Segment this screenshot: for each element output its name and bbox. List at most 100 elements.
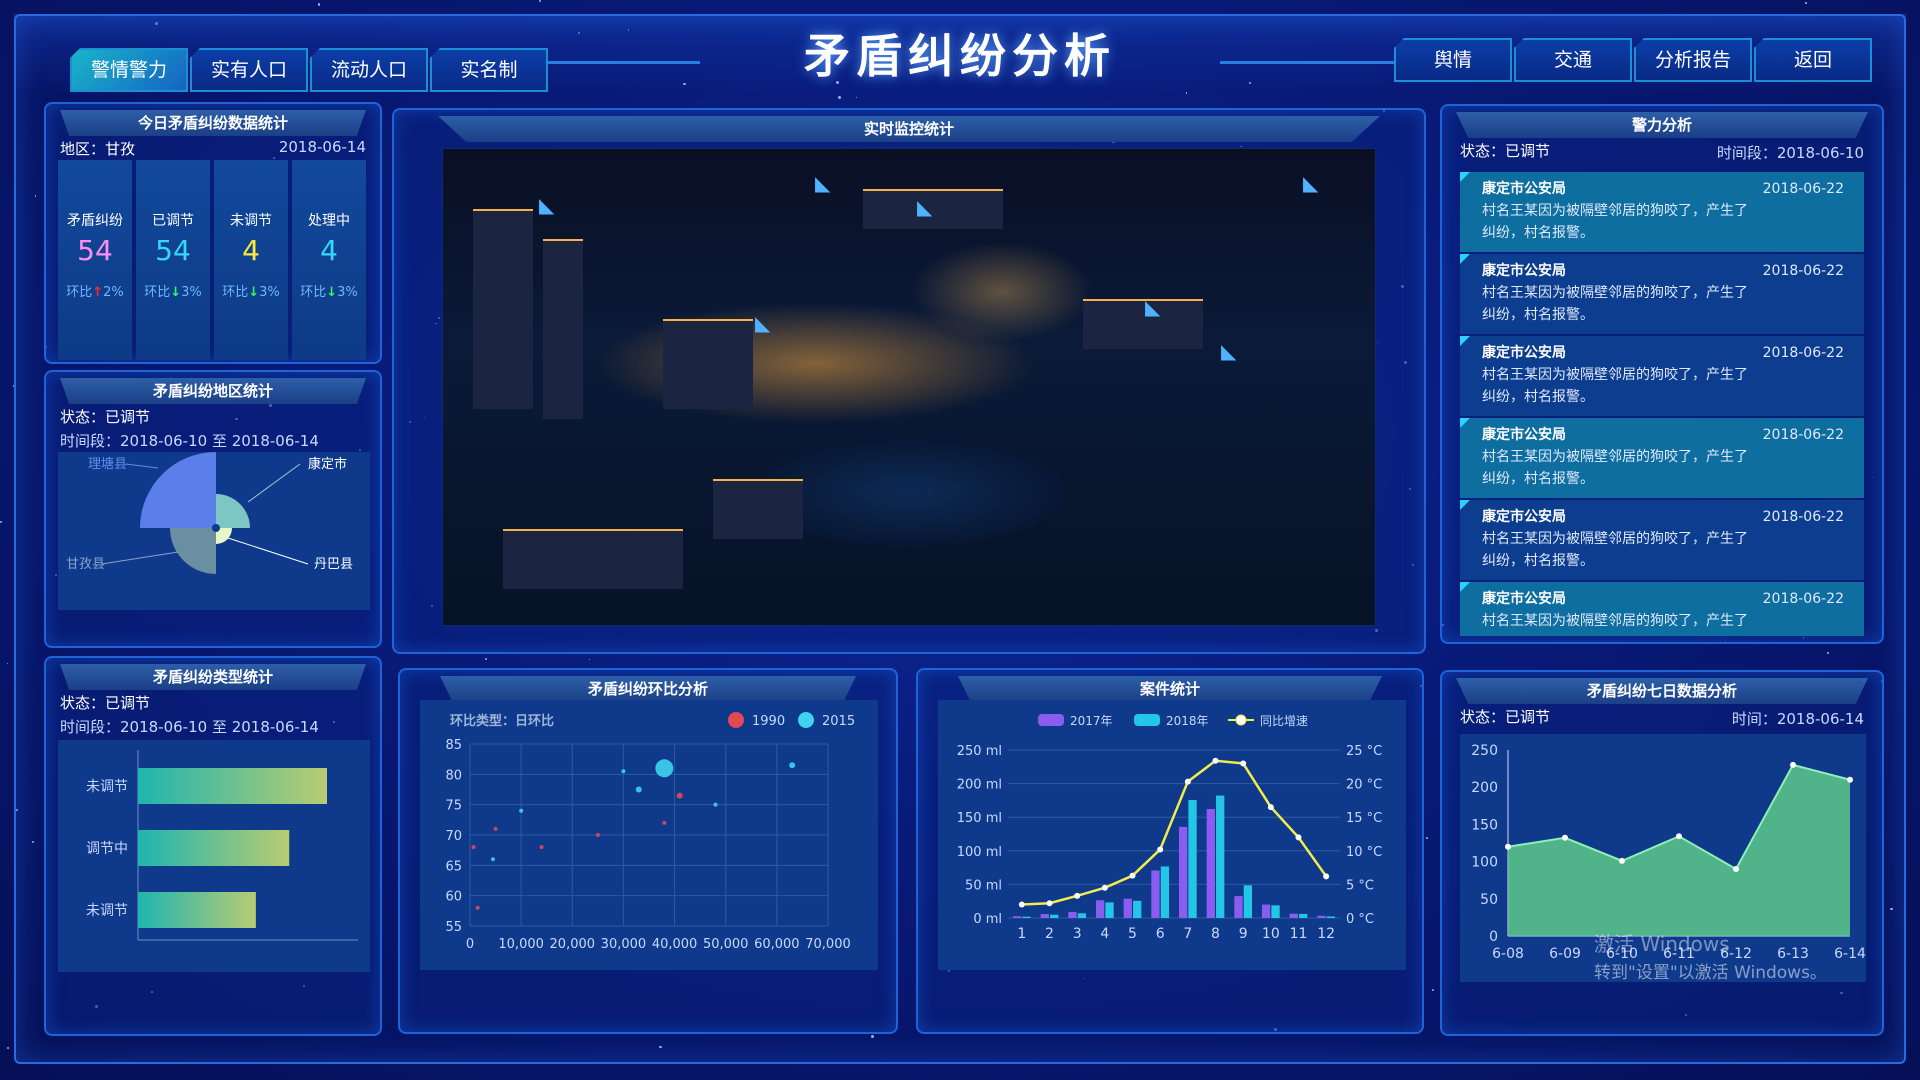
bar-2017: [1234, 896, 1243, 918]
stat-label: 矛盾纠纷: [67, 213, 123, 229]
x-tick-label: 20,000: [550, 937, 596, 952]
panel-title: 矛盾纠纷七日数据分析: [1456, 678, 1868, 704]
camera-icon[interactable]: ◣: [755, 311, 770, 335]
legend-label: 2017年: [1070, 714, 1113, 728]
star: [539, 0, 542, 2]
y-tick-label: 200: [1471, 780, 1498, 796]
growth-line: [1021, 759, 1328, 906]
x-tick-label: 6-09: [1549, 946, 1581, 962]
region-label: 地区：甘孜: [60, 140, 136, 158]
panel-title: 今日矛盾纠纷数据统计: [60, 110, 366, 136]
alert-item[interactable]: 康定市公安局 2018-06-22 村名王某因为被隔壁邻居的狗咬了，产生了 纠纷，村名…: [1460, 172, 1864, 252]
arrow-down-icon: ↓: [326, 285, 338, 300]
legend-label: 2015: [822, 714, 855, 729]
camera-icon[interactable]: ◣: [539, 193, 554, 217]
tab-public-opinion[interactable]: 舆情: [1394, 38, 1512, 82]
date-label: 2018-06-14: [278, 138, 366, 156]
x-tick-label: 9: [1239, 926, 1248, 942]
alert-item[interactable]: 康定市公安局 2018-06-22 村名王某因为被隔壁邻居的狗咬了，产生了 纠纷，村名…: [1460, 336, 1864, 416]
bar-2017: [1068, 911, 1077, 918]
camera-icon[interactable]: ◣: [1303, 171, 1318, 195]
panel-title: 矛盾纠纷地区统计: [60, 378, 366, 404]
x-tick-label: 3: [1073, 926, 1082, 942]
growth-point: [1212, 757, 1219, 764]
growth-point: [1129, 872, 1136, 879]
rose-chart: 理塘县 康定市甘孜县 丹巴县: [66, 452, 353, 574]
alert-list: 康定市公安局 2018-06-22 村名王某因为被隔壁邻居的狗咬了，产生了 纠纷，村名…: [1442, 172, 1886, 636]
area-point: [1733, 866, 1739, 873]
rose-center: [212, 524, 220, 532]
y-tick-label: 60: [445, 890, 462, 905]
stat-value: 54: [77, 234, 113, 267]
camera-icon[interactable]: ◣: [917, 195, 932, 219]
y2-tick-label: 15 °C: [1346, 811, 1382, 826]
x-tick-label: 12: [1317, 926, 1335, 942]
area-point: [1790, 761, 1796, 768]
x-tick-label: 70,000: [805, 937, 851, 952]
bar-2017: [1261, 904, 1271, 918]
x-tick-label: 6-14: [1834, 946, 1866, 962]
status-label: 状态：已调节: [60, 694, 151, 712]
page-title: 矛盾纠纷分析: [804, 29, 1116, 83]
growth-point: [1240, 760, 1247, 767]
camera-icon[interactable]: ◣: [1221, 339, 1236, 363]
area-point: [1505, 843, 1511, 850]
tab-floating-population[interactable]: 流动人口: [310, 48, 428, 92]
alert-item[interactable]: 康定市公安局 2018-06-22 村名王某因为被隔壁邻居的狗咬了，产生了 纠纷，村名…: [1460, 500, 1864, 580]
legend-label: 2018年: [1166, 714, 1209, 728]
scatter-point: [491, 857, 496, 862]
monitor-video[interactable]: ◣ ◣ ◣ ◣ ◣ ◣ ◣: [442, 148, 1376, 626]
building: [1083, 299, 1203, 349]
bar-2018: [1216, 795, 1225, 918]
region-label: 理塘县: [88, 456, 127, 472]
stat-compare: 环比↑2%: [66, 285, 124, 300]
period-label: 时间段：2018-06-10 至 2018-06-14: [60, 432, 319, 450]
back-button[interactable]: 返回: [1754, 38, 1872, 82]
region-label: 甘孜县: [66, 557, 105, 572]
tab-traffic[interactable]: 交通: [1514, 38, 1632, 82]
building: [543, 239, 583, 419]
scatter-point: [539, 845, 544, 850]
x-tick-label: 8: [1211, 926, 1220, 942]
arrow-down-icon: ↓: [248, 285, 260, 300]
area-point: [1847, 776, 1853, 783]
scatter-point: [676, 792, 683, 799]
title-wing-right: [1220, 24, 1420, 64]
tab-police-force[interactable]: 警情警力: [70, 48, 188, 92]
rose-slice: [216, 494, 250, 528]
today-stats-panel: 今日矛盾纠纷数据统计 地区：甘孜 2018-06-14 矛盾纠纷 54 环比↑2…: [44, 102, 382, 364]
star: [317, 3, 321, 6]
scatter-area: 环比类型：日环比 55 60 65 70 75 80 85 0 10,000 20,000 30,0…: [420, 700, 878, 970]
tab-analysis-report[interactable]: 分析报告: [1634, 38, 1752, 82]
alert-item[interactable]: 康定市公安局 2018-06-22 村名王某因为被隔壁邻居的狗咬了，产生了 纠纷，村名…: [1460, 254, 1864, 334]
y-tick-label: 250: [1471, 743, 1498, 759]
scatter-point: [713, 802, 718, 807]
alert-item[interactable]: 康定市公安局 2018-06-22 村名王某因为被隔壁邻居的狗咬了，产生了 纠纷，村名…: [1460, 418, 1864, 498]
alert-item[interactable]: 康定市公安局 2018-06-22 村名王某因为被隔壁邻居的狗咬了，产生了: [1460, 582, 1864, 636]
scatter-point: [471, 845, 476, 850]
growth-point: [1323, 873, 1330, 880]
rose-chart-area: 理塘县 康定市 甘孜县 丹巴县: [58, 452, 370, 610]
scatter-point: [789, 762, 796, 769]
bar-2017: [1178, 826, 1188, 918]
scatter-point: [662, 820, 667, 825]
camera-icon[interactable]: ◣: [1145, 295, 1160, 319]
tab-real-name[interactable]: 实名制: [430, 48, 548, 92]
status-label: 状态：已调节: [1460, 708, 1551, 726]
camera-icon[interactable]: ◣: [815, 171, 830, 195]
tab-real-population[interactable]: 实有人口: [190, 48, 308, 92]
x-tick-label: 30,000: [601, 937, 647, 952]
ring-ratio-panel: 矛盾纠纷环比分析 环比类型：日环比 55 60 65 70 75 80 85 0 10,000 2…: [398, 668, 898, 1034]
x-tick-label: 2: [1045, 926, 1054, 942]
stat-compare: 环比↓3%: [144, 285, 202, 300]
y-tick-label: 85: [445, 738, 462, 753]
scatter-point: [519, 808, 524, 813]
y-tick-label: 0 ml: [973, 912, 1002, 927]
star: [0, 521, 3, 524]
growth-point: [1184, 778, 1191, 785]
area-point: [1562, 834, 1568, 841]
scatter-point: [595, 833, 600, 837]
y-tick-label: 150 ml: [957, 811, 1002, 826]
period-label: 时间段：2018-06-10: [1716, 144, 1864, 162]
windows-watermark-sub: 转到"设置"以激活 Windows。: [1594, 963, 1827, 983]
